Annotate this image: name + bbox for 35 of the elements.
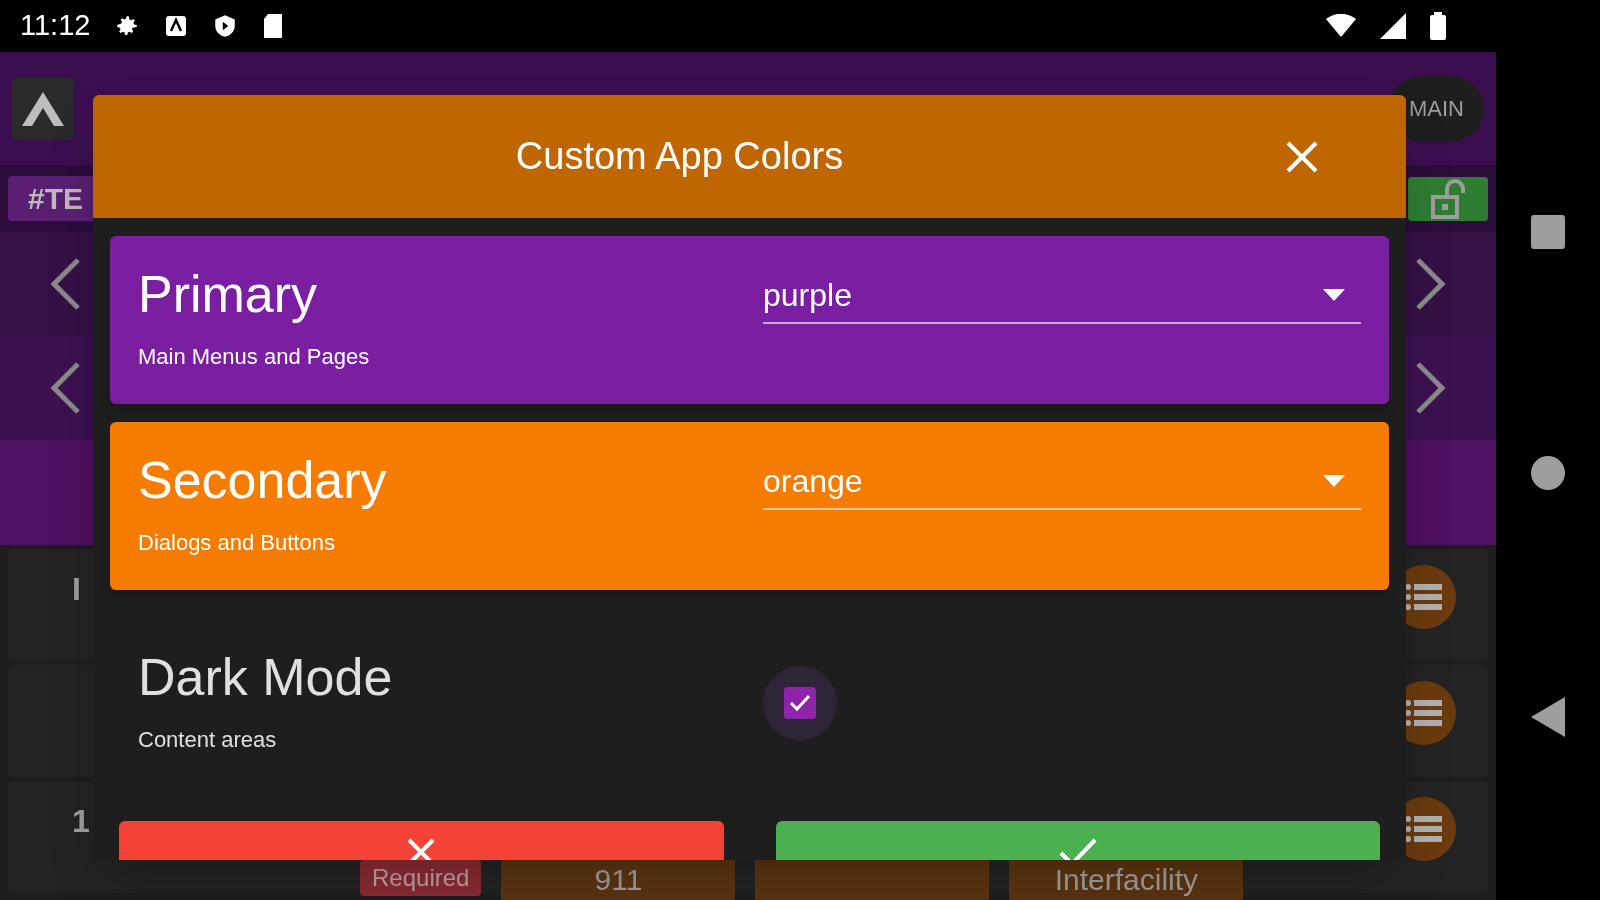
color-description: Dialogs and Buttons (138, 528, 336, 557)
close-icon (1285, 140, 1319, 174)
dropdown-caret-icon (1323, 289, 1345, 301)
logo-icon[interactable] (12, 77, 74, 140)
row-text: 1 (72, 802, 90, 841)
app-badge-icon (164, 14, 189, 38)
dropdown-caret-icon (1323, 475, 1345, 487)
select-value: purple (763, 276, 852, 315)
square-icon[interactable] (1531, 215, 1565, 250)
color-select[interactable]: purple (763, 268, 1361, 324)
sd-card-icon (262, 13, 285, 39)
chevron-left-icon[interactable] (48, 256, 82, 312)
type-tag: 911 (501, 860, 736, 900)
back-triangle-icon[interactable] (1531, 696, 1565, 737)
check-icon (788, 693, 812, 713)
select-value: orange (763, 462, 863, 501)
type-tag: Interfacility (1009, 860, 1244, 900)
status-time: 11:12 (20, 8, 91, 44)
check-icon (1057, 837, 1098, 860)
circle-icon[interactable] (1531, 456, 1565, 490)
signal-icon (1380, 13, 1406, 39)
dark-mode-description: Content areas (138, 725, 278, 754)
close-icon (406, 837, 437, 860)
dark-mode-label: Dark Mode (138, 650, 394, 703)
chevron-right-icon[interactable] (1414, 360, 1448, 416)
wifi-icon (1326, 14, 1356, 38)
unlock-icon (1431, 178, 1465, 219)
required-tag: Required (360, 860, 482, 896)
lock-button[interactable] (1408, 176, 1488, 221)
row-text: I (72, 570, 81, 609)
chevron-left-icon[interactable] (48, 360, 82, 416)
dialog-title: Custom App Colors (515, 134, 844, 179)
color-description: Main Menus and Pages (138, 342, 371, 371)
chevron-right-icon[interactable] (1414, 256, 1448, 312)
battery-icon (1430, 12, 1446, 40)
